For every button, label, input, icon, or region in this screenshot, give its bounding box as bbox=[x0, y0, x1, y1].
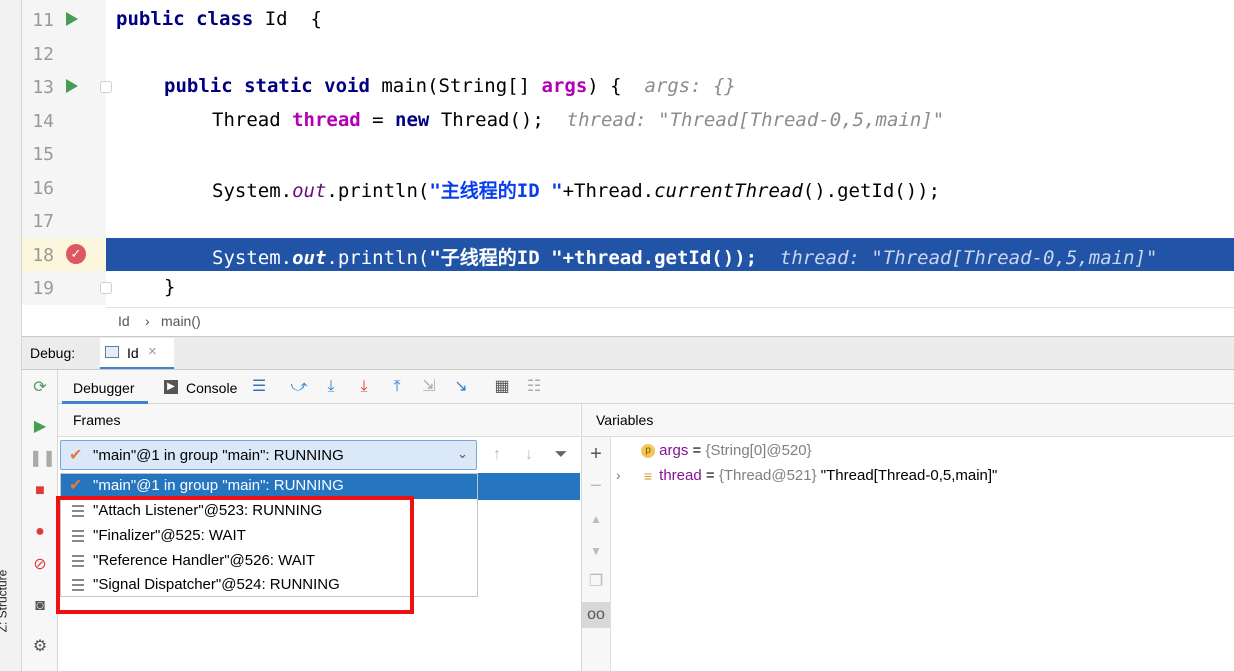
show-execution-point-icon[interactable]: ⤻ bbox=[288, 376, 310, 398]
drop-frame-icon[interactable]: ⇲ bbox=[418, 376, 440, 398]
trace-icon[interactable]: ☷ bbox=[523, 376, 545, 398]
tab-debugger-label: Debugger bbox=[73, 380, 135, 396]
fold-icon[interactable] bbox=[100, 282, 112, 294]
previous-frame-icon[interactable]: ↑ bbox=[486, 444, 508, 466]
code-line-18: System.out.println("子线程的ID "+thread.getI… bbox=[212, 247, 1158, 269]
next-frame-icon[interactable]: ↓ bbox=[518, 444, 540, 466]
code-line-13: public static void main(String[] args) {… bbox=[164, 75, 736, 97]
console-icon: ▶ bbox=[164, 380, 178, 394]
layout-menu-icon[interactable]: ☰ bbox=[248, 376, 270, 398]
line-number: 16 bbox=[32, 178, 54, 199]
tab-debugger[interactable]: Debugger bbox=[62, 372, 148, 404]
move-down-icon[interactable]: ▼ bbox=[585, 540, 607, 562]
run-config-icon bbox=[105, 346, 119, 358]
thread-check-icon: ✔ bbox=[69, 477, 83, 494]
parameter-icon: p bbox=[641, 444, 655, 459]
line-number: 18 bbox=[32, 245, 54, 266]
frames-header: Frames bbox=[58, 404, 580, 437]
variable-row[interactable]: p args = {String[0]@520} bbox=[641, 442, 812, 459]
resume-icon[interactable]: ▶ bbox=[29, 416, 51, 438]
variables-title: Variables bbox=[596, 412, 654, 428]
copy-icon[interactable]: ❐ bbox=[585, 571, 607, 593]
add-watch-icon[interactable]: + bbox=[585, 443, 607, 465]
thread-selector[interactable]: ✔ "main"@1 in group "main": RUNNING ⌄ bbox=[60, 440, 477, 470]
code-line-14: Thread thread = new Thread(); thread: "T… bbox=[212, 109, 945, 131]
breakpoint-icon[interactable]: ✓ bbox=[66, 244, 86, 264]
fold-icon[interactable] bbox=[100, 81, 112, 93]
line-number: 11 bbox=[32, 10, 54, 31]
line-number: 13 bbox=[32, 77, 54, 98]
breadcrumb: Id › main() bbox=[106, 307, 1234, 334]
glasses-icon[interactable]: oo bbox=[582, 602, 610, 628]
step-out-icon[interactable]: ⤒ bbox=[386, 376, 408, 398]
breadcrumb-separator: › bbox=[145, 313, 150, 329]
view-breakpoints-icon[interactable]: ● bbox=[29, 521, 51, 543]
line-number: 12 bbox=[32, 44, 54, 65]
force-step-into-icon[interactable]: ⤓ bbox=[353, 376, 375, 398]
evaluate-expression-icon[interactable]: ▦ bbox=[491, 376, 513, 398]
selected-thread-label: "main"@1 in group "main": RUNNING bbox=[93, 447, 344, 464]
settings-gear-icon[interactable]: ⚙ bbox=[29, 636, 51, 658]
structure-tab-label: Z: Structure bbox=[0, 569, 10, 633]
move-up-icon[interactable]: ▲ bbox=[585, 508, 607, 530]
thread-check-icon: ✔ bbox=[69, 447, 83, 464]
line-number: 14 bbox=[32, 111, 54, 132]
camera-icon[interactable]: ◙ bbox=[29, 595, 51, 617]
run-main-icon[interactable] bbox=[66, 79, 78, 93]
field-icon: ≡ bbox=[643, 468, 653, 485]
line-number: 15 bbox=[32, 144, 54, 165]
structure-tab[interactable]: Z: Structure bbox=[0, 560, 21, 645]
selected-frame-row[interactable] bbox=[478, 473, 580, 500]
code-line-19: } bbox=[164, 276, 176, 298]
tab-console[interactable]: ▶ Console bbox=[160, 372, 242, 402]
run-to-cursor-icon[interactable]: ↘ bbox=[450, 376, 472, 398]
line-number: 17 bbox=[32, 211, 54, 232]
debug-tool-window-bar bbox=[22, 336, 1234, 370]
debug-tab-label: Id bbox=[127, 345, 139, 361]
line-number: 19 bbox=[32, 278, 54, 299]
chevron-down-icon[interactable]: ⌄ bbox=[457, 446, 468, 462]
expand-chevron-icon[interactable]: › bbox=[616, 467, 621, 483]
variable-row[interactable]: ≡ thread = {Thread@521} "Thread[Thread-0… bbox=[641, 467, 997, 484]
breadcrumb-class[interactable]: Id bbox=[118, 313, 130, 329]
debug-label: Debug: bbox=[30, 345, 76, 361]
code-line-11: public class Id { bbox=[116, 8, 322, 30]
pause-icon[interactable]: ❚❚ bbox=[29, 448, 56, 470]
stop-icon[interactable]: ■ bbox=[29, 480, 51, 502]
debug-session-tab[interactable]: Id × bbox=[100, 338, 174, 369]
annotation-highlight-box bbox=[56, 496, 414, 614]
close-icon[interactable]: × bbox=[148, 343, 157, 360]
variables-header: Variables bbox=[581, 404, 1234, 437]
code-line-16: System.out.println("主线程的ID "+Thread.curr… bbox=[212, 180, 941, 202]
filter-icon[interactable]: ⏷ bbox=[550, 444, 572, 466]
breadcrumb-method[interactable]: main() bbox=[161, 313, 201, 329]
step-over-icon[interactable]: ⤓ bbox=[320, 376, 342, 398]
remove-watch-icon[interactable]: − bbox=[585, 475, 607, 497]
rerun-icon[interactable]: ⟳ bbox=[29, 377, 51, 399]
frames-title: Frames bbox=[73, 412, 121, 428]
tab-console-label: Console bbox=[186, 380, 238, 396]
run-class-icon[interactable] bbox=[66, 12, 78, 26]
mute-breakpoints-icon[interactable]: ⊘ bbox=[29, 554, 51, 576]
